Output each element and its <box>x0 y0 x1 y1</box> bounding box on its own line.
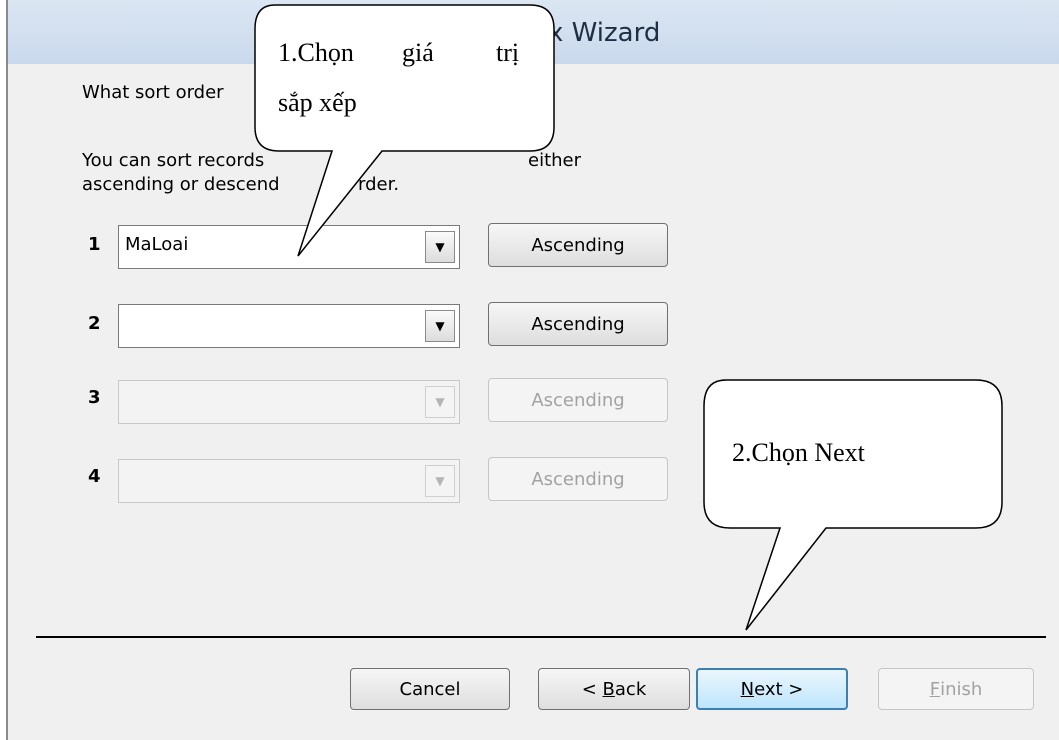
callout-1-word-3: trị <box>496 38 520 67</box>
callout-2-text: 2.Chọn Next <box>732 438 865 467</box>
callout-2-shape <box>703 379 1003 631</box>
callout-1-line-2: sắp xếp <box>278 88 357 117</box>
callout-1-bubble <box>254 4 1003 631</box>
callout-1-word-2: giá <box>402 38 434 67</box>
callout-1-word-1: 1.Chọn <box>278 38 354 67</box>
